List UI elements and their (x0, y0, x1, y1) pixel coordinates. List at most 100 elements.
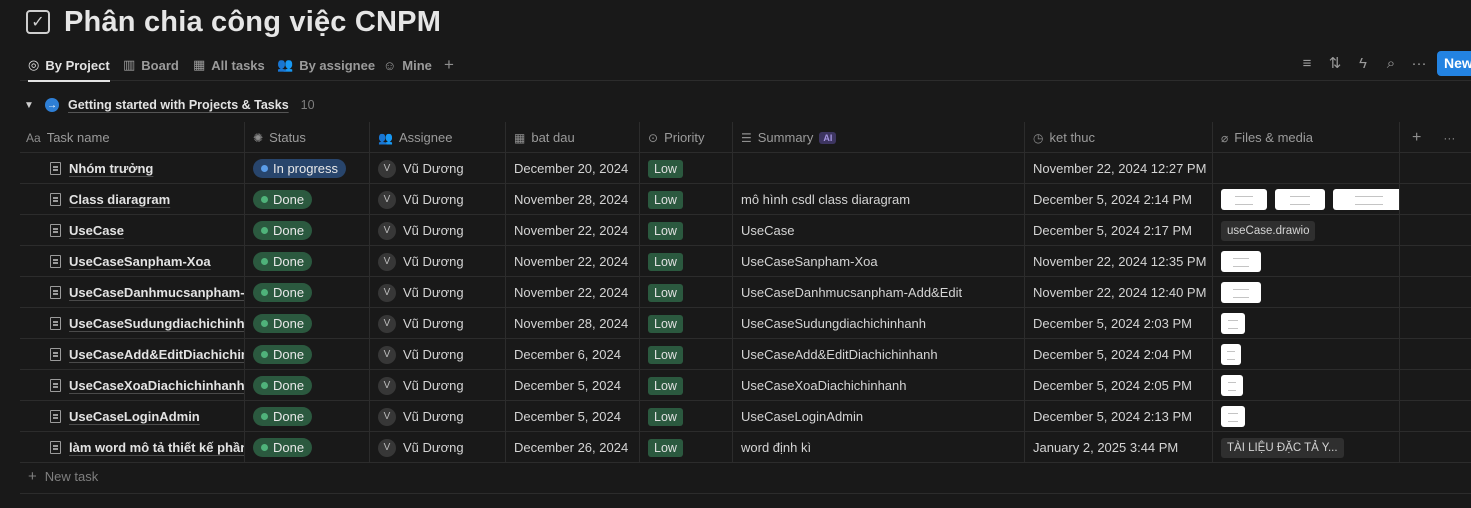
end-date-cell[interactable]: January 2, 2025 3:44 PM (1024, 432, 1212, 463)
task-name[interactable]: làm word mô tả thiết kế phần mềm (69, 440, 244, 455)
status-cell[interactable]: Done (244, 246, 369, 277)
new-button[interactable]: New (1437, 50, 1471, 76)
tab-board[interactable]: ▥ Board (123, 50, 179, 80)
group-header[interactable]: ▼ → Getting started with Projects & Task… (24, 95, 315, 115)
status-cell[interactable]: Done (244, 370, 369, 401)
priority-cell[interactable]: Low (639, 339, 732, 370)
column-header-files[interactable]: ⌀ Files & media (1212, 122, 1399, 153)
image-thumbnail[interactable] (1221, 406, 1245, 427)
start-date-cell[interactable]: November 22, 2024 (505, 246, 639, 277)
task-name-cell[interactable]: Nhóm trưởng (20, 153, 244, 184)
task-name[interactable]: UseCaseSudungdiachichinhanh (69, 316, 244, 331)
end-date-cell[interactable]: December 5, 2024 2:05 PM (1024, 370, 1212, 401)
tab-all-tasks[interactable]: ▦ All tasks (193, 50, 265, 80)
priority-cell[interactable]: Low (639, 370, 732, 401)
end-date-cell[interactable]: December 5, 2024 2:13 PM (1024, 401, 1212, 432)
add-column-icon[interactable]: + (1412, 129, 1421, 147)
status-cell[interactable]: Done (244, 215, 369, 246)
assignee-cell[interactable]: V Vũ Dương (369, 401, 505, 432)
assignee-cell[interactable]: V Vũ Dương (369, 153, 505, 184)
more-icon[interactable]: ··· (1443, 131, 1455, 145)
assignee-cell[interactable]: V Vũ Dương (369, 432, 505, 463)
image-thumbnail[interactable] (1221, 375, 1243, 396)
table-row[interactable]: Nhóm trưởng In progress V Vũ Dương Decem… (20, 153, 1471, 184)
start-date-cell[interactable]: December 26, 2024 (505, 432, 639, 463)
task-name[interactable]: UseCaseDanhmucsanpham-Add&Edit (69, 285, 244, 300)
summary-cell[interactable]: UseCaseXoaDiachichinhanh (732, 370, 1024, 401)
summary-cell[interactable]: UseCaseSanpham-Xoa (732, 246, 1024, 277)
assignee-cell[interactable]: V Vũ Dương (369, 339, 505, 370)
files-cell[interactable] (1212, 277, 1399, 308)
page-title[interactable]: Phân chia công việc CNPM (64, 6, 441, 39)
files-cell[interactable] (1212, 246, 1399, 277)
column-header-start[interactable]: ▦ bat dau (505, 122, 639, 153)
status-cell[interactable]: Done (244, 308, 369, 339)
task-name[interactable]: Class diaragram (69, 192, 170, 207)
file-attachment[interactable]: useCase.drawio (1221, 220, 1316, 241)
table-row[interactable]: UseCaseDanhmucsanpham-Add&Edit Done V Vũ… (20, 277, 1471, 308)
start-date-cell[interactable]: December 20, 2024 (505, 153, 639, 184)
priority-cell[interactable]: Low (639, 153, 732, 184)
new-task-button[interactable]: + New task (28, 468, 98, 485)
task-name-cell[interactable]: UseCaseLoginAdmin (20, 401, 244, 432)
task-name-cell[interactable]: UseCaseAdd&EditDiachichinhanh (20, 339, 244, 370)
tab-mine[interactable]: ☺ Mine (383, 50, 432, 80)
files-cell[interactable]: useCase.drawio (1212, 215, 1399, 246)
image-thumbnail[interactable] (1221, 344, 1241, 365)
priority-cell[interactable]: Low (639, 184, 732, 215)
tab-by-assignee[interactable]: 👥 By assignee (277, 50, 375, 80)
summary-cell[interactable]: UseCaseDanhmucsanpham-Add&Edit (732, 277, 1024, 308)
task-name-cell[interactable]: UseCaseSanpham-Xoa (20, 246, 244, 277)
add-view-button[interactable]: + (444, 50, 454, 80)
task-name[interactable]: UseCaseLoginAdmin (69, 409, 200, 424)
assignee-cell[interactable]: V Vũ Dương (369, 277, 505, 308)
more-icon[interactable]: ··· (1405, 55, 1433, 72)
status-cell[interactable]: Done (244, 184, 369, 215)
table-row[interactable]: UseCaseXoaDiachichinhanh Done V Vũ Dương… (20, 370, 1471, 401)
task-name[interactable]: UseCaseAdd&EditDiachichinhanh (69, 347, 244, 362)
priority-cell[interactable]: Low (639, 432, 732, 463)
end-date-cell[interactable]: November 22, 2024 12:40 PM (1024, 277, 1212, 308)
caret-down-icon[interactable]: ▼ (24, 100, 36, 111)
start-date-cell[interactable]: November 28, 2024 (505, 184, 639, 215)
priority-cell[interactable]: Low (639, 215, 732, 246)
table-row[interactable]: UseCaseSudungdiachichinhanh Done V Vũ Dư… (20, 308, 1471, 339)
status-cell[interactable]: Done (244, 401, 369, 432)
files-cell[interactable] (1212, 153, 1399, 184)
search-icon[interactable]: ⌕ (1377, 55, 1405, 72)
start-date-cell[interactable]: December 6, 2024 (505, 339, 639, 370)
task-name[interactable]: UseCaseSanpham-Xoa (69, 254, 211, 269)
priority-cell[interactable]: Low (639, 308, 732, 339)
task-name[interactable]: UseCase (69, 223, 124, 238)
column-header-summary[interactable]: ☰ Summary AI (732, 122, 1024, 153)
start-date-cell[interactable]: November 28, 2024 (505, 308, 639, 339)
table-row[interactable]: UseCase Done V Vũ Dương November 22, 202… (20, 215, 1471, 246)
summary-cell[interactable]: word định kì (732, 432, 1024, 463)
filter-icon[interactable]: ≡ (1293, 55, 1321, 72)
task-name-cell[interactable]: UseCase (20, 215, 244, 246)
end-date-cell[interactable]: December 5, 2024 2:04 PM (1024, 339, 1212, 370)
summary-cell[interactable]: UseCase (732, 215, 1024, 246)
status-cell[interactable]: Done (244, 339, 369, 370)
priority-cell[interactable]: Low (639, 246, 732, 277)
end-date-cell[interactable]: December 5, 2024 2:03 PM (1024, 308, 1212, 339)
image-thumbnail[interactable] (1221, 189, 1267, 210)
status-cell[interactable]: Done (244, 432, 369, 463)
table-row[interactable]: Class diaragram Done V Vũ Dương November… (20, 184, 1471, 215)
group-name[interactable]: Getting started with Projects & Tasks (68, 98, 289, 112)
priority-cell[interactable]: Low (639, 401, 732, 432)
assignee-cell[interactable]: V Vũ Dương (369, 184, 505, 215)
summary-cell[interactable]: UseCaseLoginAdmin (732, 401, 1024, 432)
task-name-cell[interactable]: UseCaseSudungdiachichinhanh (20, 308, 244, 339)
task-name[interactable]: Nhóm trưởng (69, 161, 153, 176)
table-row[interactable]: UseCaseSanpham-Xoa Done V Vũ Dương Novem… (20, 246, 1471, 277)
column-header-status[interactable]: ✺ Status (244, 122, 369, 153)
image-thumbnail[interactable] (1221, 282, 1261, 303)
assignee-cell[interactable]: V Vũ Dương (369, 308, 505, 339)
assignee-cell[interactable]: V Vũ Dương (369, 246, 505, 277)
task-name-cell[interactable]: UseCaseXoaDiachichinhanh (20, 370, 244, 401)
files-cell[interactable] (1212, 339, 1399, 370)
column-header-priority[interactable]: ⊙ Priority (639, 122, 732, 153)
files-cell[interactable] (1212, 184, 1399, 215)
tab-by-project[interactable]: ◎ By Project (28, 50, 110, 82)
